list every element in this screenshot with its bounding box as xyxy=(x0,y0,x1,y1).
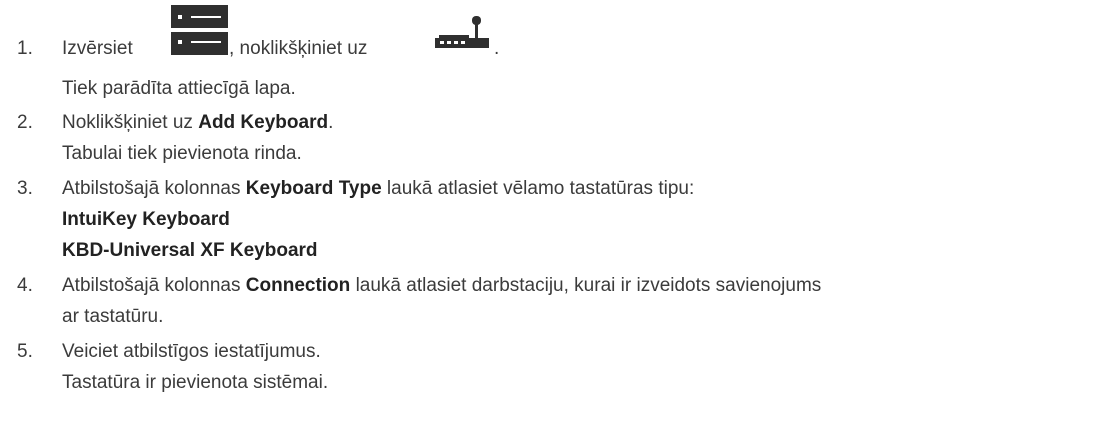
step-1-text-before: Izvērsiet xyxy=(62,38,133,59)
step-4-text-before: Atbilstošajā kolonnas xyxy=(62,275,241,296)
step-1-text-middle: , noklikšķiniet uz xyxy=(229,38,368,59)
add-keyboard-label: Add Keyboard xyxy=(198,112,329,133)
keyboard-device-icon xyxy=(435,16,489,48)
step-4-number: 4. xyxy=(17,275,33,296)
option-kbd-universal: KBD-Universal XF Keyboard xyxy=(62,240,318,261)
step-1-number: 1. xyxy=(17,38,33,59)
step-2-result: Tabulai tiek pievienota rinda. xyxy=(62,143,302,164)
step-4-text: Atbilstošajā kolonnas Connection laukā a… xyxy=(62,274,821,298)
step-1-text: Izvērsiet xyxy=(62,37,133,61)
procedure-page: { "steps": [ { "number": "1.", "text_bef… xyxy=(0,0,1099,431)
step-2-text-before: Noklikšķiniet uz xyxy=(62,112,193,133)
step-1-text-end: . xyxy=(494,38,500,59)
step-5-result: Tastatūra ir pievienota sistēmai. xyxy=(62,372,329,393)
step-3-text-before: Atbilstošajā kolonnas xyxy=(62,178,241,199)
step-4-continuation: ar tastatūru. xyxy=(62,306,164,327)
step-2-number: 2. xyxy=(17,112,33,133)
step-3-text-after: laukā atlasiet vēlamo tastatūras tipu: xyxy=(386,178,695,199)
step-5-number: 5. xyxy=(17,341,33,362)
keyboard-type-label: Keyboard Type xyxy=(245,178,382,199)
step-2-text: Noklikšķiniet uz Add Keyboard. xyxy=(62,111,333,135)
step-2-text-after: . xyxy=(328,112,334,133)
step-4-text-after: laukā atlasiet darbstaciju, kurai ir izv… xyxy=(355,275,822,296)
server-device-icon xyxy=(171,5,228,55)
step-5-text: Veiciet atbilstīgos iestatījumus. xyxy=(62,341,321,362)
step-3-text: Atbilstošajā kolonnas Keyboard Type lauk… xyxy=(62,177,694,201)
step-1-result: Tiek parādīta attiecīgā lapa. xyxy=(62,78,296,99)
option-intuikey: IntuiKey Keyboard xyxy=(62,209,230,230)
connection-label: Connection xyxy=(245,275,351,296)
step-3-number: 3. xyxy=(17,178,33,199)
